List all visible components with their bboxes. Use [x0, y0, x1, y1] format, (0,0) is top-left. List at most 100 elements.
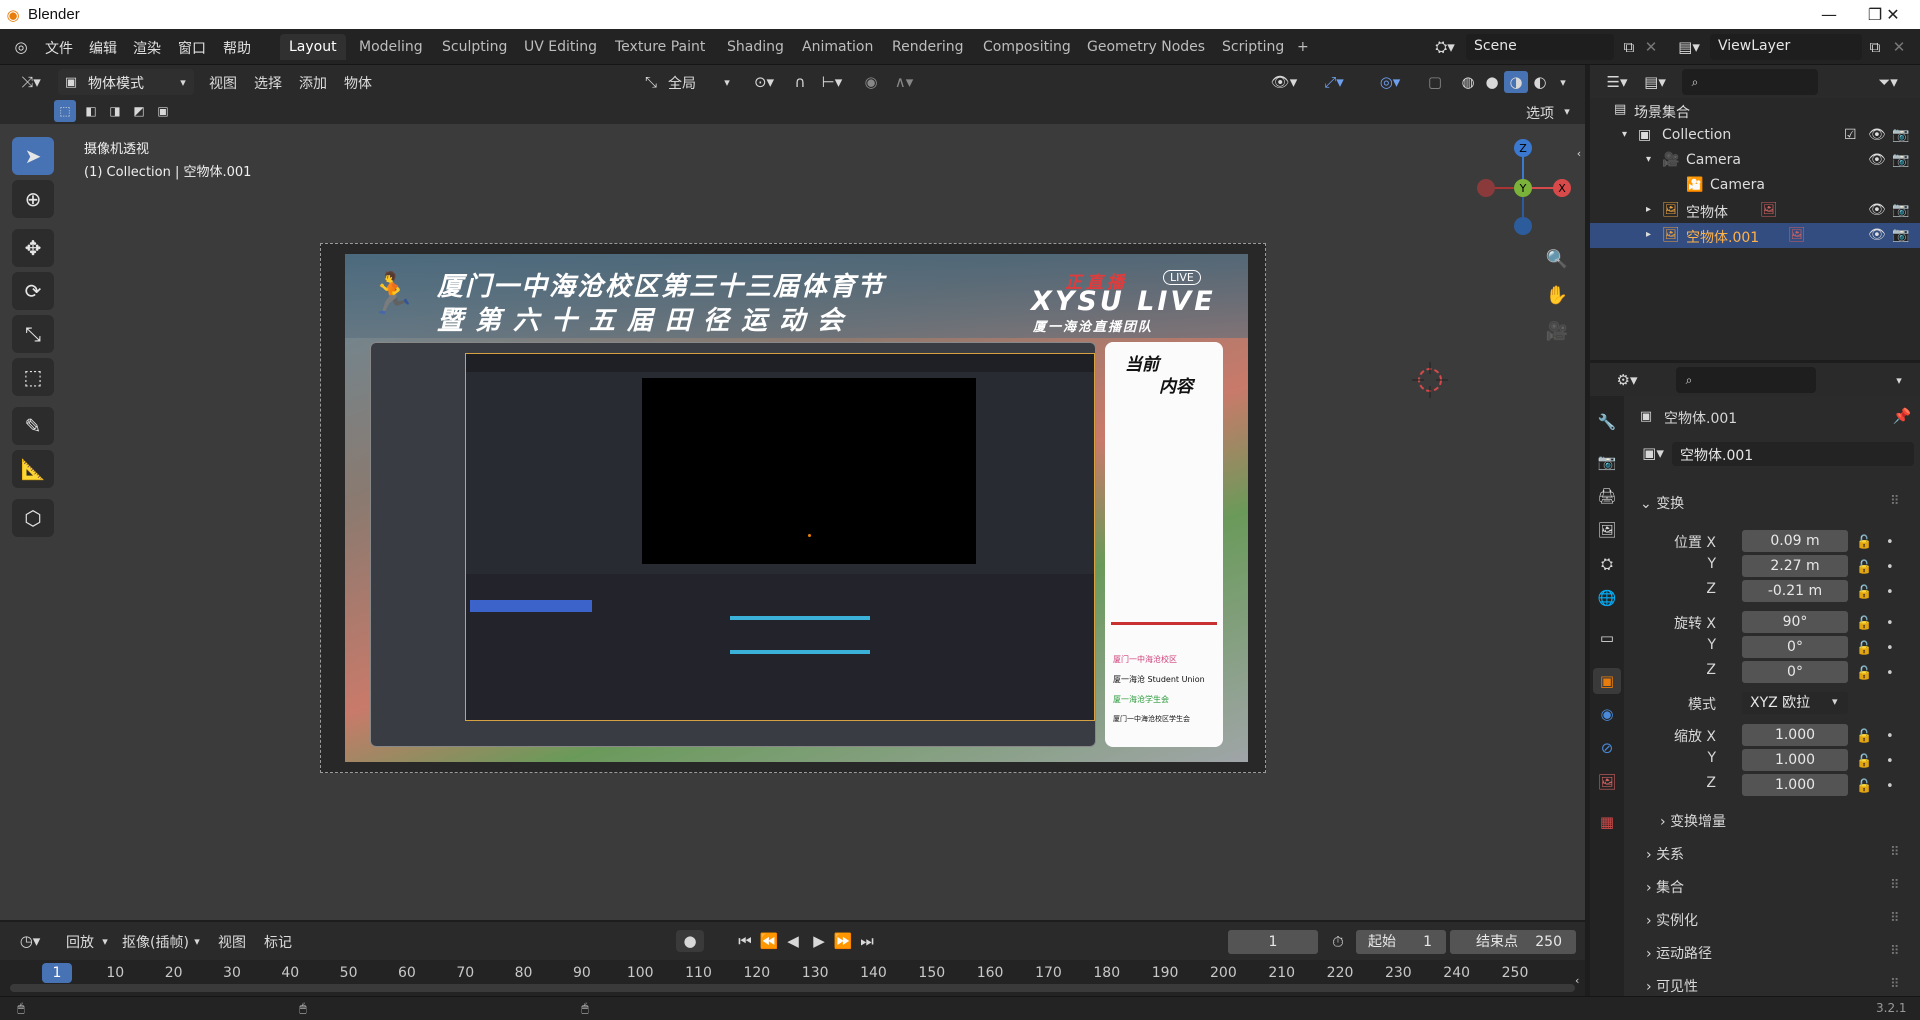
menu-window[interactable]: 窗口	[178, 38, 206, 58]
drag-handle-icon[interactable]: ⠿	[1890, 977, 1900, 992]
menu-object[interactable]: 物体	[344, 73, 372, 93]
cursor-tool[interactable]: ⊕	[12, 180, 54, 218]
object-browse-icon[interactable]: ▣▾	[1636, 442, 1670, 464]
expand-arrow-icon[interactable]: ▸	[1646, 204, 1651, 215]
output-tab-icon[interactable]: 🖨	[1595, 484, 1619, 508]
add-cube-tool[interactable]: ⬡	[12, 499, 54, 537]
visibility-panel-toggle[interactable]: › 可见性	[1646, 976, 1698, 996]
pin-icon[interactable]: 📌	[1892, 406, 1912, 426]
outliner-row-empty[interactable]: ▸ 🖼 空物体 🖼 👁 📷	[1590, 198, 1920, 223]
start-frame-field[interactable]: 起始 1	[1356, 930, 1446, 954]
overlays-icon[interactable]: ◎▾	[1366, 71, 1414, 93]
tab-sculpting[interactable]: Sculpting	[433, 34, 516, 60]
display-mode-icon[interactable]: ▤▾	[1638, 71, 1672, 93]
rendered-shading-icon[interactable]: ◐	[1528, 71, 1552, 93]
chevron-down-icon[interactable]: ▾	[1554, 71, 1572, 93]
object-name-field[interactable]: 空物体.001	[1672, 442, 1914, 466]
playback-menu[interactable]: 回放	[66, 932, 94, 952]
menu-file[interactable]: 文件	[45, 38, 73, 58]
play-reverse-icon[interactable]: ◀	[782, 930, 804, 952]
constraints-tab-icon[interactable]: ⊘	[1595, 736, 1619, 760]
drag-handle-icon[interactable]: ⠿	[1890, 878, 1900, 893]
scene-browse-icon[interactable]: ⛭▾	[1428, 35, 1462, 59]
checkbox-icon[interactable]: ☑	[1844, 127, 1857, 143]
instancing-panel-toggle[interactable]: › 实例化	[1646, 910, 1698, 930]
new-scene-icon[interactable]: ⧉	[1618, 35, 1640, 59]
options-dropdown[interactable]: 选项	[1526, 103, 1554, 123]
keying-menu[interactable]: 抠像(插帧)	[122, 932, 189, 952]
render-tab-icon[interactable]: 📷	[1595, 450, 1619, 474]
render-camera-icon[interactable]: 📷	[1892, 227, 1909, 243]
location-y-field[interactable]: 2.27 m	[1742, 555, 1848, 577]
proportional-edit-icon[interactable]: ◉	[860, 71, 882, 93]
editor-type-icon[interactable]: ⤨▾	[14, 71, 48, 93]
timeline-editor-type-icon[interactable]: ◷▾	[12, 930, 48, 952]
snap-target-icon[interactable]: ⊢▾	[814, 71, 850, 93]
solid-shading-icon[interactable]: ●	[1480, 71, 1504, 93]
next-keyframe-icon[interactable]: ⏩	[832, 930, 854, 952]
view-menu[interactable]: 视图	[218, 932, 246, 952]
tab-layout[interactable]: Layout	[280, 34, 346, 60]
measure-tool[interactable]: 📐	[12, 450, 54, 488]
move-tool[interactable]: ✥	[12, 229, 54, 267]
menu-add[interactable]: 添加	[299, 73, 327, 93]
lock-icon[interactable]: 🔓 🔓 🔓	[1856, 530, 1872, 605]
expand-arrow-icon[interactable]: ▾	[1646, 154, 1651, 165]
rotation-x-field[interactable]: 90°	[1742, 611, 1848, 633]
rotation-z-field[interactable]: 0°	[1742, 661, 1848, 683]
filter-icon[interactable]: ⏷▾	[1868, 71, 1908, 93]
chevron-left-icon[interactable]: ‹	[1575, 974, 1579, 987]
rotate-tool[interactable]: ⟳	[12, 272, 54, 310]
tab-modeling[interactable]: Modeling	[350, 34, 432, 60]
expand-arrow-icon[interactable]: ▸	[1646, 229, 1651, 240]
select-extend-icon[interactable]: ◧	[80, 100, 102, 122]
menu-render[interactable]: 渲染	[133, 38, 161, 58]
falloff-icon[interactable]: ∧▾	[886, 71, 922, 93]
render-camera-icon[interactable]: 📷	[1892, 127, 1909, 143]
add-workspace-button[interactable]: +	[1288, 34, 1318, 60]
xray-icon[interactable]: ▢	[1424, 71, 1446, 93]
motion-paths-panel-toggle[interactable]: › 运动路径	[1646, 943, 1712, 963]
select-box-tool[interactable]: ➤	[12, 137, 54, 175]
delete-scene-icon[interactable]: ✕	[1642, 35, 1660, 59]
select-intersect-icon[interactable]: ▣	[152, 100, 174, 122]
tab-texture-paint[interactable]: Texture Paint	[606, 34, 714, 60]
navigation-gizmo[interactable]: Z X Y	[1470, 134, 1580, 244]
jump-start-icon[interactable]: ⏮	[734, 930, 756, 952]
world-tab-icon[interactable]: 🌐	[1595, 586, 1619, 610]
outliner-row-camera-data[interactable]: 🎦 Camera	[1590, 173, 1920, 198]
tab-rendering[interactable]: Rendering	[883, 34, 973, 60]
timeline-ruler[interactable]: 1 10 20 30 40 50 60 70 80 90 100 110 120 130 140 150 160…	[0, 960, 1585, 1000]
delta-transform-toggle[interactable]: › 变换增量	[1660, 811, 1726, 831]
menu-edit[interactable]: 编辑	[89, 38, 117, 58]
tab-scripting[interactable]: Scripting	[1213, 34, 1293, 60]
texture-tab-icon[interactable]: ▦	[1595, 810, 1619, 834]
eye-icon[interactable]: 👁	[1868, 202, 1886, 218]
chevron-left-icon[interactable]: ‹	[1572, 146, 1586, 160]
render-camera-icon[interactable]: 📷	[1892, 202, 1909, 218]
snap-icon[interactable]: ∩	[788, 71, 812, 93]
select-new-icon[interactable]: ⬚	[54, 100, 76, 122]
scene-tab-icon[interactable]: ⛭	[1595, 552, 1619, 576]
keyframe-dot-icon[interactable]: • • •	[1886, 724, 1894, 799]
tab-geometry-nodes[interactable]: Geometry Nodes	[1078, 34, 1214, 60]
collection-tab-icon[interactable]: ▭	[1595, 626, 1619, 650]
gizmo-icon[interactable]: ⤢▾	[1310, 71, 1358, 93]
outliner-row-collection[interactable]: ▾ ▣ Collection ☑ 👁 📷	[1590, 123, 1920, 148]
viewlayer-name-field[interactable]: ViewLayer	[1710, 34, 1862, 60]
view-layer-tab-icon[interactable]: 🖼	[1595, 518, 1619, 542]
tab-animation[interactable]: Animation	[793, 34, 882, 60]
keyframe-dot-icon[interactable]: • • •	[1886, 530, 1894, 605]
marker-menu[interactable]: 标记	[264, 932, 292, 952]
pivot-point-icon[interactable]: ⊙▾	[746, 71, 782, 93]
minimize-button[interactable]: —	[1806, 0, 1852, 29]
stopwatch-icon[interactable]: ⏱	[1326, 930, 1350, 954]
chevron-down-icon[interactable]: ▾	[1890, 369, 1908, 391]
lock-icon[interactable]: 🔓 🔓 🔓	[1856, 724, 1872, 799]
physics-tab-icon[interactable]: ◉	[1595, 702, 1619, 726]
end-frame-field[interactable]: 结束点 250	[1450, 930, 1576, 954]
data-tab-icon[interactable]: 🖼	[1595, 770, 1619, 794]
zoom-icon[interactable]: 🔍	[1544, 246, 1570, 272]
tab-compositing[interactable]: Compositing	[974, 34, 1080, 60]
outliner-row-camera[interactable]: ▾ 🎥 Camera 👁 📷	[1590, 148, 1920, 173]
